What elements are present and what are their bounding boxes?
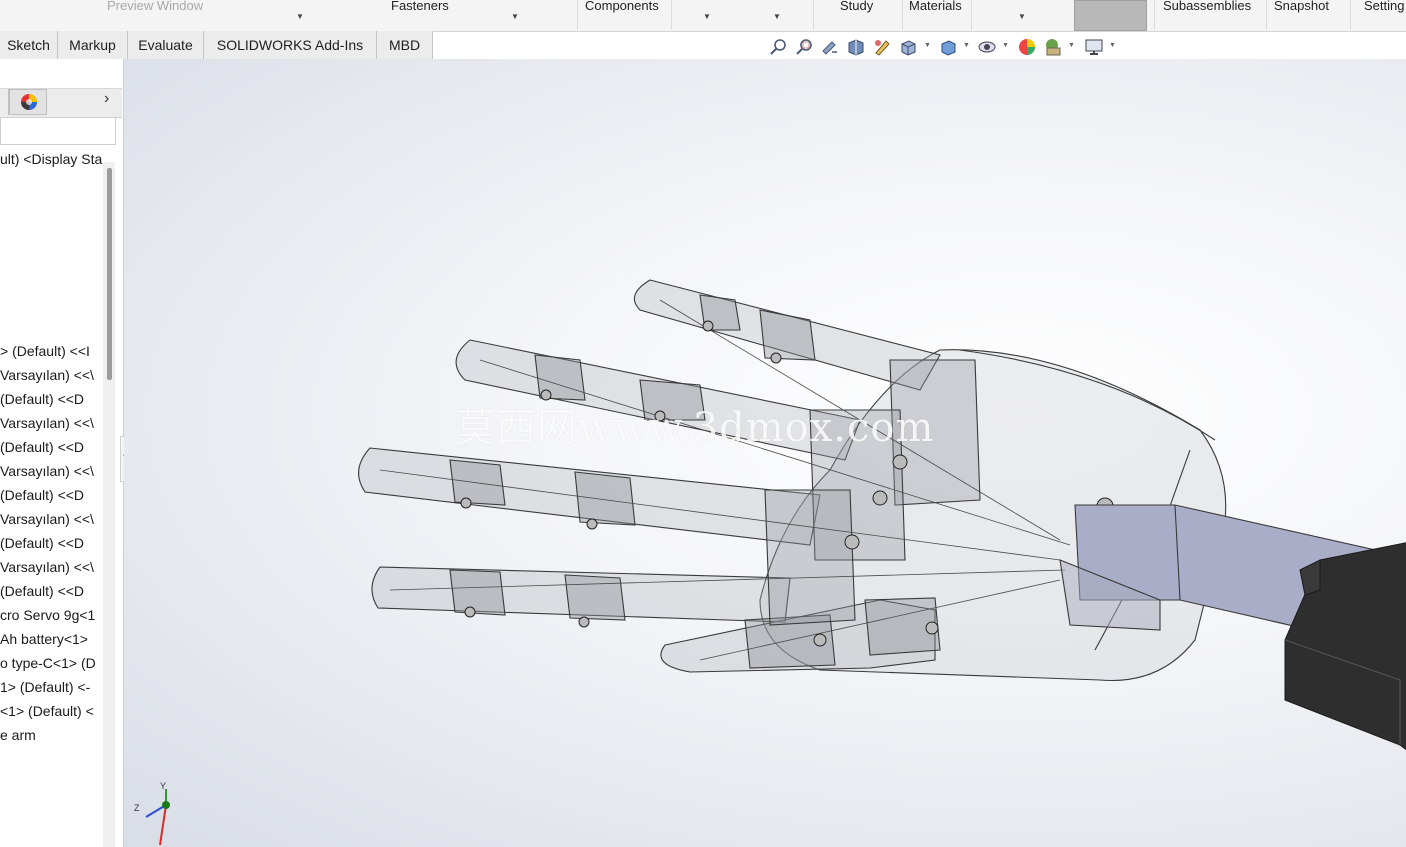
tree-item[interactable]: (Default) <<D xyxy=(0,389,103,409)
materials-button[interactable]: Materials xyxy=(909,0,962,13)
tree-item[interactable]: o type-C<1> (D xyxy=(0,653,103,673)
graphics-area[interactable]: 莫西网www.3dmox.com Y Z xyxy=(124,59,1406,847)
ribbon-separator xyxy=(902,0,903,30)
ribbon-separator xyxy=(1350,0,1351,30)
tree-scrollbar-thumb[interactable] xyxy=(107,168,112,380)
edit-appearance-icon[interactable] xyxy=(1017,37,1037,57)
view-settings-icon[interactable] xyxy=(1084,37,1104,57)
preview-window-button[interactable]: Preview Window xyxy=(107,0,203,13)
ribbon-separator xyxy=(813,0,814,30)
chevron-right-icon[interactable]: › xyxy=(104,90,109,108)
tab-sketch[interactable]: Sketch xyxy=(0,31,58,59)
watermark-text: 莫西网www.3dmox.com xyxy=(455,405,935,451)
tab-solidworks-add-ins[interactable]: SOLIDWORKS Add-Ins xyxy=(204,31,377,59)
display-style-icon[interactable] xyxy=(938,37,958,57)
chevron-down-icon[interactable]: ▼ xyxy=(963,42,970,49)
components-button[interactable]: Components xyxy=(585,0,659,13)
tree-item[interactable]: Ah battery<1> xyxy=(0,629,103,649)
zoom-to-fit-icon[interactable] xyxy=(768,37,788,57)
tab-markup[interactable]: Markup xyxy=(58,31,128,59)
snapshot-button[interactable]: Snapshot xyxy=(1274,0,1329,13)
chevron-down-icon[interactable]: ▼ xyxy=(511,12,519,21)
dynamic-annotation-icon[interactable] xyxy=(872,37,892,57)
chevron-down-icon[interactable]: ▼ xyxy=(1068,42,1075,49)
tree-item[interactable]: (Default) <<D xyxy=(0,437,103,457)
tree-item[interactable]: e arm xyxy=(0,725,103,745)
tab-divider xyxy=(0,89,9,115)
tree-root-item[interactable]: ult) <Display Sta xyxy=(0,149,103,169)
tab-evaluate[interactable]: Evaluate xyxy=(128,31,204,59)
study-button[interactable]: Study xyxy=(840,0,873,13)
hide-show-items-icon[interactable] xyxy=(977,37,997,57)
chevron-down-icon[interactable]: ▼ xyxy=(1109,42,1116,49)
selected-ribbon-button[interactable] xyxy=(1074,0,1147,31)
hand-assembly-model xyxy=(358,279,1406,751)
triad-y-label: Y xyxy=(160,781,166,791)
tree-item[interactable]: Varsayılan) <<\ xyxy=(0,461,103,481)
ribbon-separator xyxy=(971,0,972,30)
fasteners-button[interactable]: Fasteners xyxy=(391,0,449,13)
coordinate-triad: Y Z xyxy=(134,781,170,846)
apply-scene-icon[interactable] xyxy=(1043,37,1063,57)
ribbon-separator xyxy=(671,0,672,30)
tree-item[interactable]: 1> (Default) <- xyxy=(0,677,103,697)
chevron-down-icon[interactable]: ▼ xyxy=(296,12,304,21)
zoom-to-area-icon[interactable] xyxy=(794,37,814,57)
tree-item[interactable]: <1> (Default) < xyxy=(0,701,103,721)
tree-item[interactable]: (Default) <<D xyxy=(0,581,103,601)
tree-item[interactable]: Varsayılan) <<\ xyxy=(0,365,103,385)
tree-item[interactable]: > (Default) <<I xyxy=(0,341,103,361)
tree-item[interactable]: Varsayılan) <<\ xyxy=(0,557,103,577)
view-orientation-icon[interactable] xyxy=(898,37,918,57)
chevron-down-icon[interactable]: ▼ xyxy=(703,12,711,21)
tree-item[interactable]: (Default) <<D xyxy=(0,533,103,553)
tree-item[interactable]: Varsayılan) <<\ xyxy=(0,509,103,529)
triad-z-label: Z xyxy=(134,803,140,813)
subassemblies-button[interactable]: Subassemblies xyxy=(1163,0,1251,13)
chevron-down-icon[interactable]: ▼ xyxy=(1018,12,1026,21)
appearance-manager-tab[interactable] xyxy=(9,89,47,115)
tree-item[interactable]: cro Servo 9g<1 xyxy=(0,605,103,625)
tab-mbd[interactable]: MBD xyxy=(377,31,433,59)
tree-item[interactable]: Varsayılan) <<\ xyxy=(0,413,103,433)
ribbon-separator xyxy=(1154,0,1155,30)
chevron-down-icon[interactable]: ▼ xyxy=(1002,42,1009,49)
tree-filter-input[interactable] xyxy=(0,117,116,145)
ribbon-separator xyxy=(577,0,578,30)
tree-item[interactable]: (Default) <<D xyxy=(0,485,103,505)
command-manager-ribbon: Preview Window ▼ Fasteners ▼ Components … xyxy=(0,0,1406,32)
ribbon-separator xyxy=(1266,0,1267,30)
section-view-icon[interactable] xyxy=(846,37,866,57)
appearance-icon xyxy=(21,94,37,110)
chevron-down-icon[interactable]: ▼ xyxy=(773,12,781,21)
chevron-down-icon[interactable]: ▼ xyxy=(924,42,931,49)
setting-button[interactable]: Setting xyxy=(1364,0,1404,13)
previous-view-icon[interactable] xyxy=(820,37,840,57)
